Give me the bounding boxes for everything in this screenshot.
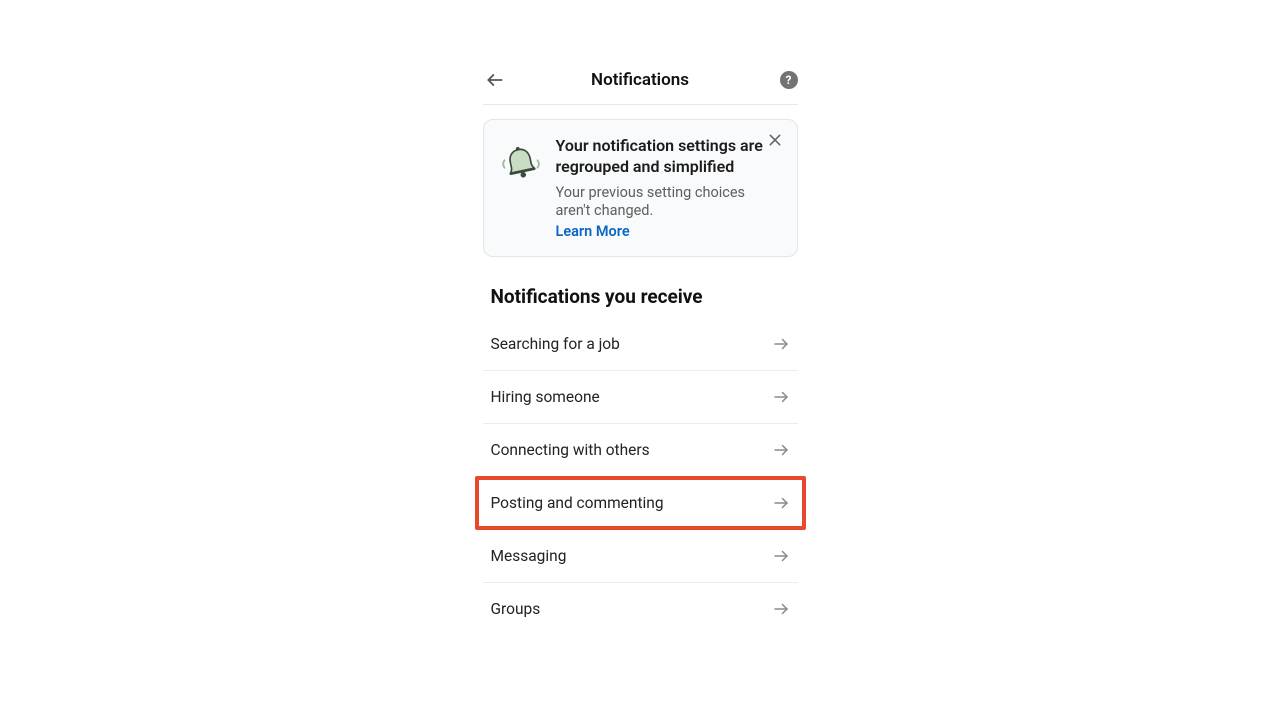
arrow-right-icon (772, 547, 790, 565)
row-searching-for-a-job[interactable]: Searching for a job (483, 318, 798, 371)
back-button[interactable] (483, 68, 507, 92)
row-label: Groups (491, 600, 541, 618)
close-icon (767, 132, 783, 148)
page-title: Notifications (591, 70, 689, 90)
arrow-right-icon (772, 388, 790, 406)
settings-list: Searching for a job Hiring someone Conne… (483, 318, 798, 635)
row-connecting-with-others[interactable]: Connecting with others (483, 424, 798, 477)
info-title: Your notification settings are regrouped… (556, 136, 765, 178)
info-banner: Your notification settings are regrouped… (483, 119, 798, 257)
info-text: Your notification settings are regrouped… (556, 136, 783, 240)
row-hiring-someone[interactable]: Hiring someone (483, 371, 798, 424)
notifications-settings-panel: Notifications ? Your notification settin… (483, 0, 798, 635)
bell-illustration (498, 136, 544, 240)
arrow-right-icon (772, 335, 790, 353)
question-icon: ? (786, 73, 792, 87)
row-label: Messaging (491, 547, 567, 565)
row-messaging[interactable]: Messaging (483, 530, 798, 583)
header-bar: Notifications ? (483, 62, 798, 105)
arrow-left-icon (485, 70, 505, 90)
section-heading: Notifications you receive (491, 285, 798, 308)
row-posting-and-commenting[interactable]: Posting and commenting (483, 477, 798, 530)
help-button[interactable]: ? (780, 71, 798, 89)
arrow-right-icon (772, 441, 790, 459)
row-groups[interactable]: Groups (483, 583, 798, 635)
row-label: Posting and commenting (491, 494, 664, 512)
close-banner-button[interactable] (767, 132, 785, 150)
row-label: Searching for a job (491, 335, 620, 353)
row-label: Hiring someone (491, 388, 600, 406)
learn-more-link[interactable]: Learn More (556, 223, 765, 240)
arrow-right-icon (772, 600, 790, 618)
arrow-right-icon (772, 494, 790, 512)
bell-icon (499, 142, 543, 186)
info-subtitle: Your previous setting choices aren't cha… (556, 184, 765, 222)
row-label: Connecting with others (491, 441, 650, 459)
